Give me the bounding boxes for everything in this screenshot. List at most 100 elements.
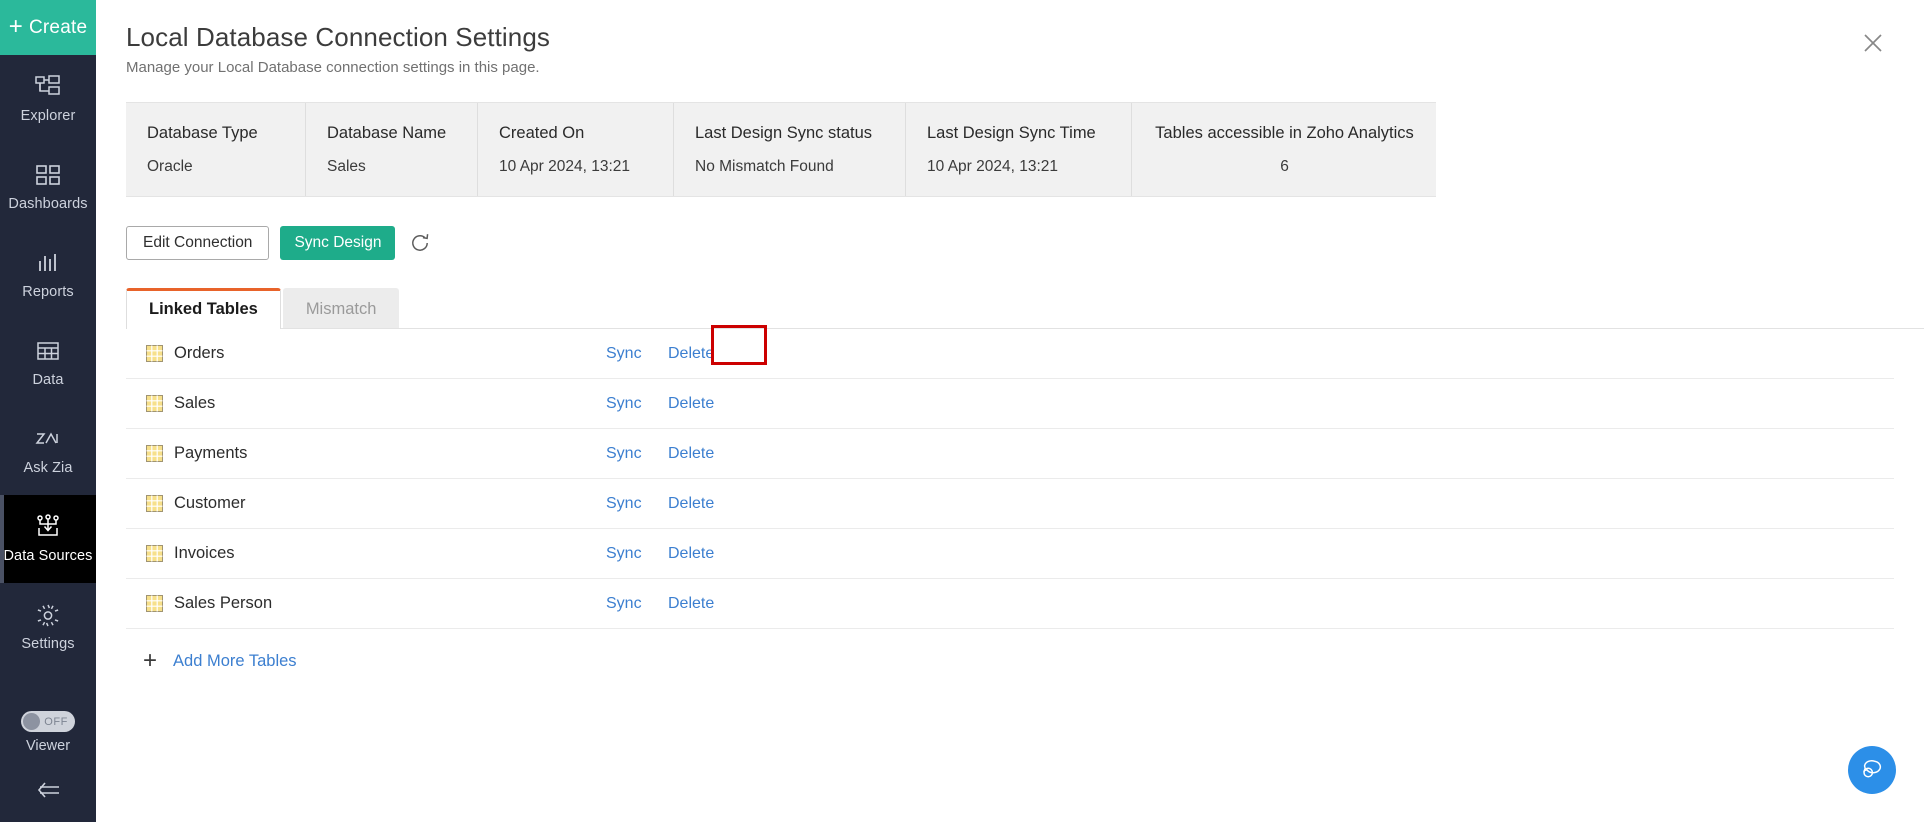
info-header: Created On	[499, 124, 585, 142]
delete-link[interactable]: Delete	[668, 445, 714, 463]
table-grid-icon	[146, 445, 163, 462]
reports-icon	[33, 249, 63, 277]
page-subtitle: Manage your Local Database connection se…	[126, 59, 540, 76]
sidebar-item-label: Settings	[21, 636, 75, 652]
info-header: Last Design Sync Time	[927, 124, 1096, 142]
sidebar-item-settings[interactable]: Settings	[0, 583, 96, 671]
table-row-actions: Sync Delete	[606, 345, 714, 363]
sidebar-item-dashboards[interactable]: Dashboards	[0, 143, 96, 231]
refresh-button[interactable]	[409, 232, 431, 254]
table-row: Customer Sync Delete	[126, 479, 1894, 529]
create-button-label: Create	[28, 16, 88, 38]
table-name-cell: Sales	[126, 394, 546, 413]
table-row: Payments Sync Delete	[126, 429, 1894, 479]
plus-icon: +	[143, 647, 158, 674]
table-row-actions: Sync Delete	[606, 445, 714, 463]
info-cell-last-design-sync-time: Last Design Sync Time 10 Apr 2024, 13:21	[906, 103, 1132, 196]
sync-link[interactable]: Sync	[606, 495, 644, 513]
toggle-state-label: OFF	[44, 715, 68, 728]
table-row: Sales Sync Delete	[126, 379, 1894, 429]
page-title: Local Database Connection Settings	[126, 22, 551, 52]
table-grid-icon	[146, 395, 163, 412]
delete-link[interactable]: Delete	[668, 495, 714, 513]
close-button[interactable]	[1860, 30, 1886, 56]
table-name: Sales Person	[174, 594, 273, 612]
linked-tables-list: Orders Sync Delete Sales Sync Delete Pay…	[126, 325, 1894, 629]
table-name-cell: Sales Person	[126, 594, 546, 613]
main-content: Local Database Connection Settings Manag…	[96, 0, 1924, 822]
connection-info-table: Database Type Oracle Database Name Sales…	[126, 102, 1436, 197]
sidebar-item-data[interactable]: Data	[0, 319, 96, 407]
data-icon	[33, 337, 63, 365]
table-name: Orders	[174, 344, 225, 362]
table-grid-icon	[146, 345, 163, 362]
close-icon	[1864, 34, 1882, 52]
sidebar-item-label: Dashboards	[8, 196, 88, 212]
info-header: Database Type	[147, 124, 258, 142]
info-value: 10 Apr 2024, 13:21	[499, 158, 631, 175]
table-name: Sales	[174, 394, 216, 412]
table-name-cell: Orders	[126, 344, 546, 363]
action-bar: Edit Connection Sync Design	[126, 226, 1924, 260]
sidebar-item-label: Ask Zia	[23, 460, 73, 476]
sync-link[interactable]: Sync	[606, 345, 644, 363]
create-button[interactable]: + Create	[0, 0, 96, 55]
plus-icon: +	[8, 12, 23, 40]
table-row: Invoices Sync Delete	[126, 529, 1894, 579]
info-cell-last-design-sync-status: Last Design Sync status No Mismatch Foun…	[674, 103, 906, 196]
info-value: Sales	[327, 158, 366, 175]
delete-link[interactable]: Delete	[668, 395, 714, 413]
viewer-toggle[interactable]: OFF	[21, 711, 75, 732]
sidebar-item-label: Explorer	[20, 108, 76, 124]
sidebar-item-data-sources[interactable]: Data Sources	[0, 495, 96, 583]
viewer-block: OFF Viewer	[0, 711, 96, 760]
tab-bar: Linked Tables Mismatch	[126, 288, 1924, 329]
collapse-sidebar-button[interactable]	[0, 760, 96, 822]
table-row: Sales Person Sync Delete	[126, 579, 1894, 629]
info-value: 6	[1280, 158, 1289, 175]
delete-link[interactable]: Delete	[668, 345, 714, 363]
sidebar-item-label: Reports	[22, 284, 74, 300]
toggle-knob	[23, 713, 40, 730]
edit-connection-button[interactable]: Edit Connection	[126, 226, 270, 260]
sidebar-item-explorer[interactable]: Explorer	[0, 55, 96, 143]
sync-link[interactable]: Sync	[606, 395, 644, 413]
add-more-tables-row[interactable]: + Add More Tables	[143, 649, 1924, 673]
sidebar-item-ask-zia[interactable]: Ask Zia	[0, 407, 96, 495]
info-header: Last Design Sync status	[695, 124, 873, 142]
sync-link[interactable]: Sync	[606, 545, 644, 563]
table-name-cell: Invoices	[126, 544, 546, 563]
table-row: Orders Sync Delete	[126, 325, 1894, 379]
dashboards-icon	[33, 161, 63, 189]
sync-link[interactable]: Sync	[606, 595, 644, 613]
chat-support-icon	[1863, 760, 1882, 778]
info-value: No Mismatch Found	[695, 158, 834, 175]
delete-link[interactable]: Delete	[668, 595, 714, 613]
info-cell-created-on: Created On 10 Apr 2024, 13:21	[478, 103, 674, 196]
tab-mismatch[interactable]: Mismatch	[282, 288, 400, 329]
tab-label: Mismatch	[305, 300, 377, 318]
table-name-cell: Customer	[126, 494, 546, 513]
table-grid-icon	[146, 595, 163, 612]
collapse-arrow-icon	[37, 782, 59, 798]
table-name-cell: Payments	[126, 444, 546, 463]
delete-link[interactable]: Delete	[668, 545, 714, 563]
info-header: Database Name	[327, 124, 447, 142]
page-header: Local Database Connection Settings Manag…	[96, 0, 1924, 76]
viewer-label: Viewer	[25, 738, 71, 754]
sync-design-button[interactable]: Sync Design	[280, 226, 396, 260]
settings-gear-icon	[33, 601, 63, 629]
info-cell-database-type: Database Type Oracle	[126, 103, 306, 196]
table-name: Customer	[174, 494, 246, 512]
sync-link[interactable]: Sync	[606, 445, 644, 463]
sidebar-item-label: Data Sources	[3, 548, 93, 564]
table-name: Payments	[174, 444, 248, 462]
app-root: + Create Explorer Dashboards Reports Dat…	[0, 0, 1924, 822]
info-header: Tables accessible in Zoho Analytics	[1155, 124, 1414, 142]
table-row-actions: Sync Delete	[606, 495, 714, 513]
chat-support-button[interactable]	[1848, 746, 1896, 794]
info-value: Oracle	[147, 158, 193, 175]
sidebar-item-reports[interactable]: Reports	[0, 231, 96, 319]
tab-linked-tables[interactable]: Linked Tables	[126, 288, 281, 329]
add-more-tables-link[interactable]: Add More Tables	[173, 652, 297, 671]
